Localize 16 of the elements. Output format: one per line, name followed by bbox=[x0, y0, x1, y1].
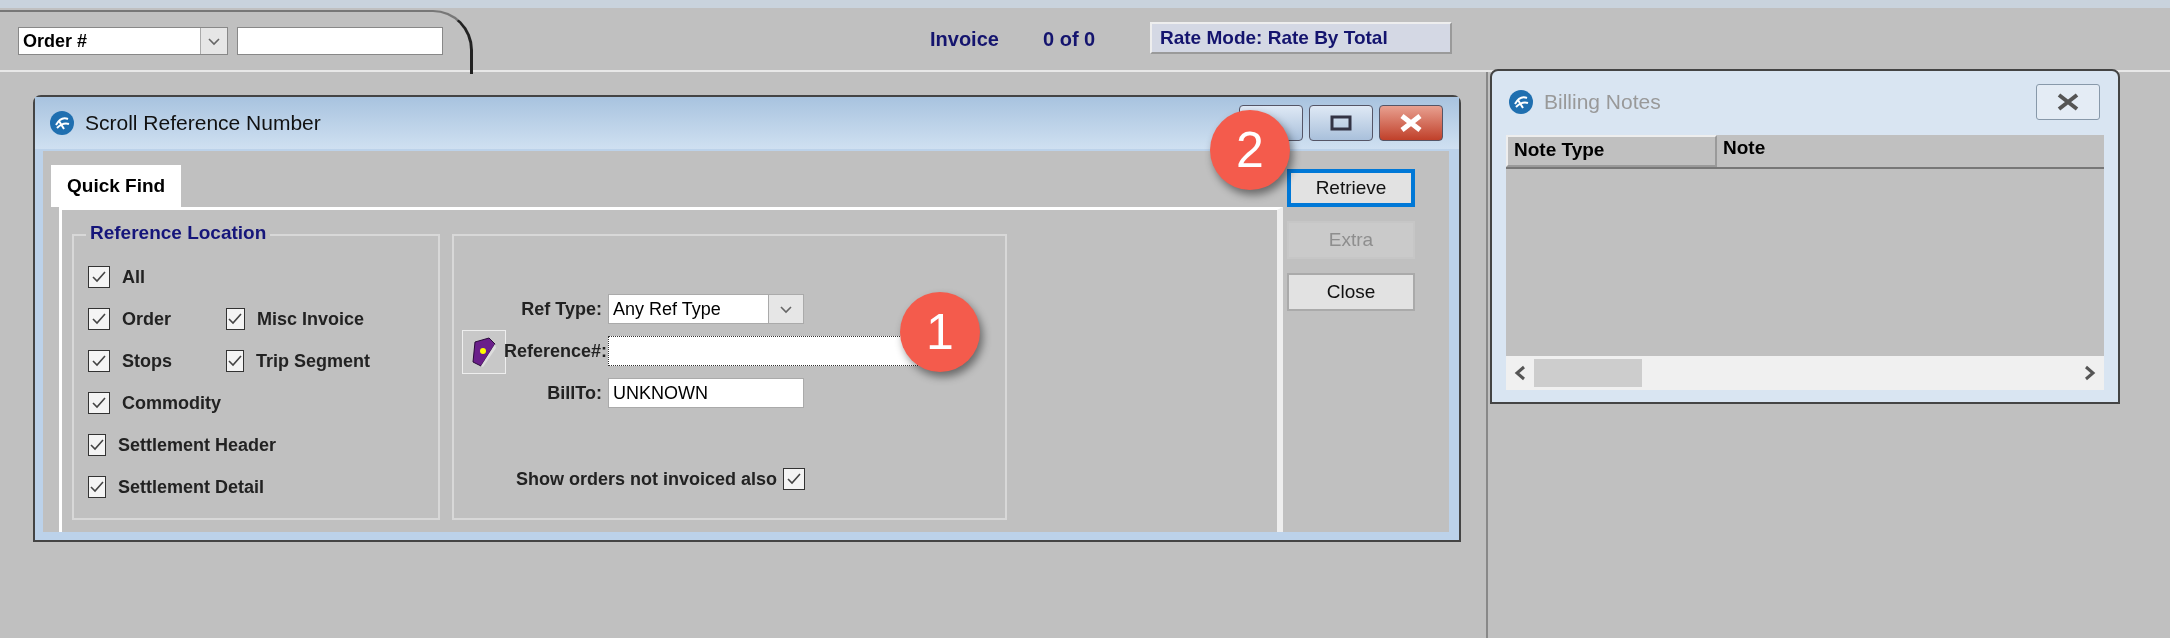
checkbox-label: Misc Invoice bbox=[256, 308, 364, 330]
window-title: Scroll Reference Number bbox=[85, 111, 321, 135]
field-label: BillTo: bbox=[546, 382, 603, 404]
checkbox-label: Trip Segment bbox=[256, 350, 371, 372]
invoice-count: 0 of 0 bbox=[1043, 28, 1096, 51]
checkbox-label: Order bbox=[122, 308, 172, 330]
checkbox-label: Settlement Detail bbox=[118, 476, 265, 498]
checkbox-label: Settlement Header bbox=[118, 434, 277, 456]
window-title: Billing Notes bbox=[1544, 90, 1661, 114]
checkbox-label: Commodity bbox=[122, 392, 221, 414]
checkbox-label: Stops bbox=[122, 350, 172, 372]
invoice-label: Invoice bbox=[930, 28, 999, 51]
field-label: Reference#: bbox=[504, 340, 608, 362]
field-label: Ref Type: bbox=[520, 298, 603, 320]
checkbox-label: Show orders not invoiced also bbox=[516, 468, 778, 490]
checkbox-label: All bbox=[122, 266, 145, 288]
